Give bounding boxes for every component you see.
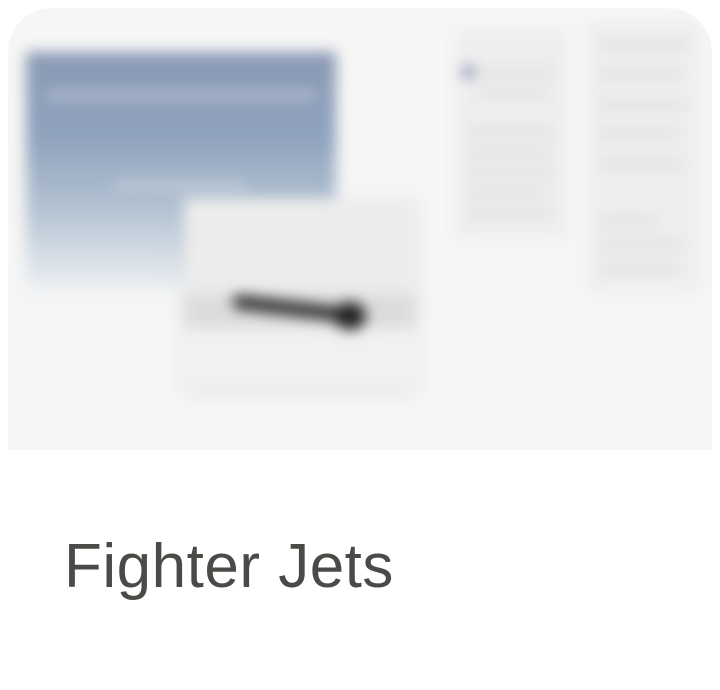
photo-detail — [116, 182, 246, 188]
text-line — [466, 170, 554, 175]
text-line — [598, 162, 684, 167]
jet-photo-image — [184, 198, 416, 388]
text-line — [466, 190, 546, 195]
text-line — [598, 218, 658, 223]
jet-nose-shape — [334, 302, 366, 330]
blurred-page-preview-icon — [8, 8, 712, 450]
text-line — [598, 72, 682, 77]
text-line — [466, 130, 556, 135]
text-line — [466, 150, 550, 155]
bullet-dot — [462, 66, 474, 78]
text-line — [478, 90, 548, 95]
photo-detail — [46, 92, 316, 98]
text-line — [478, 70, 556, 75]
page-preview-thumbnail[interactable] — [8, 8, 712, 450]
text-line — [598, 42, 688, 47]
text-line — [598, 102, 686, 107]
text-line — [598, 132, 678, 137]
text-line — [598, 242, 684, 247]
text-column-preview — [456, 30, 568, 238]
jet-photo-background — [184, 198, 416, 294]
text-column-preview — [588, 22, 700, 292]
notebook-card[interactable]: Fighter Jets — [8, 8, 712, 690]
card-title: Fighter Jets — [64, 532, 394, 601]
text-line — [466, 210, 552, 215]
text-line — [598, 266, 678, 271]
